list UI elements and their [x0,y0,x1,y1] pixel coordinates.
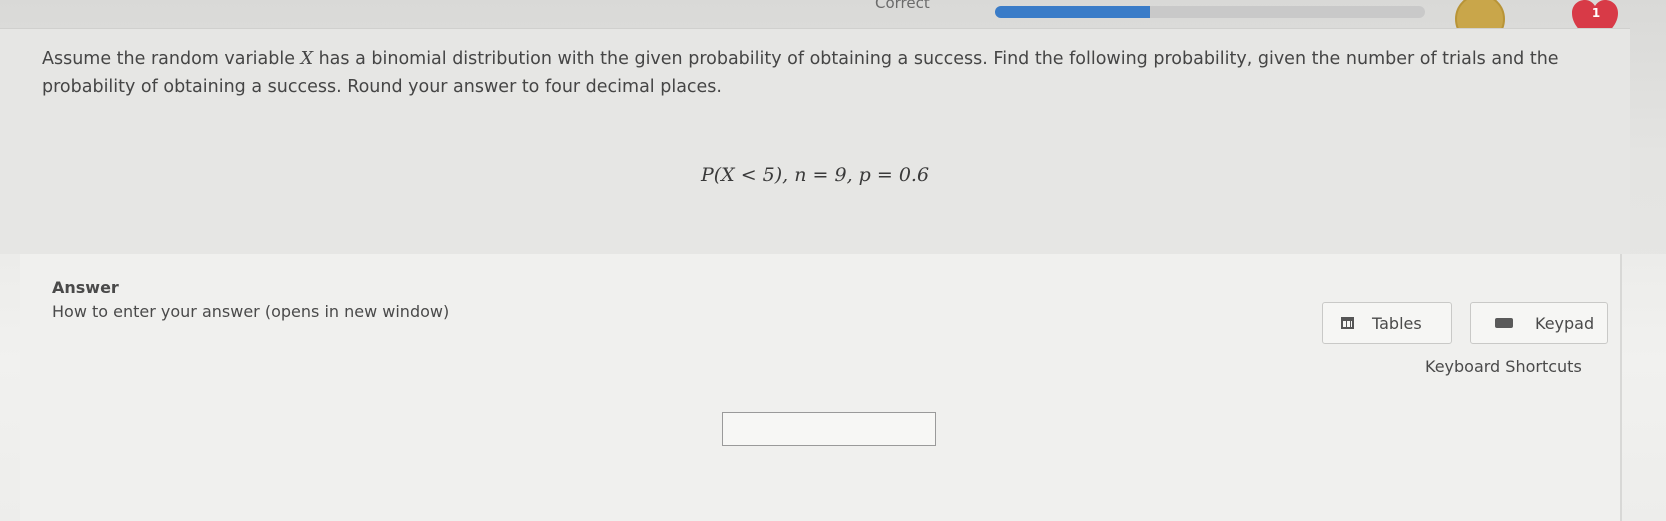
table-icon [1341,317,1354,329]
answer-panel [20,254,1622,521]
top-status-bar: Correct 1 [0,0,1666,44]
answer-input[interactable] [722,412,936,446]
keypad-button[interactable]: Keypad [1470,302,1608,344]
progress-fill [995,6,1150,18]
keypad-icon [1495,318,1513,328]
question-card: Assume the random variable X has a binom… [0,28,1630,255]
tables-button[interactable]: Tables [1322,302,1452,344]
keyboard-shortcuts-link[interactable]: Keyboard Shortcuts [1425,357,1582,376]
question-text-start: Assume the random variable [42,49,301,69]
how-to-answer-link[interactable]: How to enter your answer (opens in new w… [52,302,449,321]
answer-section: Answer How to enter your answer (opens i… [0,254,1666,521]
question-text: Assume the random variable X has a binom… [42,45,1622,101]
lives-count: 1 [1591,6,1601,20]
probability-formula: P(X < 5), n = 9, p = 0.6 [700,164,930,186]
answer-heading: Answer [52,278,119,297]
status-label: Correct [875,0,930,12]
question-variable: X [300,49,314,69]
progress-bar [995,6,1425,18]
tables-button-label: Tables [1372,313,1422,333]
page: Correct 1 Assume the random variable X h… [0,0,1666,521]
keypad-button-label: Keypad [1535,313,1595,333]
